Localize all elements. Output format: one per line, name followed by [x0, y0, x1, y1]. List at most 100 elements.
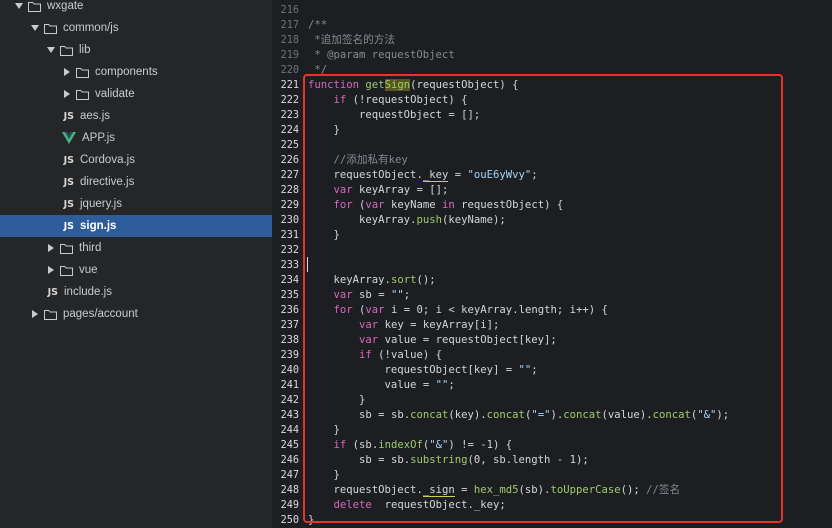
code-line[interactable]: var sb = ""; — [308, 288, 411, 303]
tree-file-row[interactable]: JS Cordova.js — [0, 149, 272, 171]
line-number: 222 — [280, 95, 299, 106]
chevron-down-icon[interactable] — [30, 25, 40, 31]
line-number: 226 — [280, 155, 299, 166]
folder-icon — [44, 23, 57, 34]
chevron-right-icon[interactable] — [62, 90, 72, 98]
line-number: 220 — [280, 65, 299, 76]
line-number: 242 — [280, 395, 299, 406]
tree-folder-row[interactable]: wxgate — [0, 0, 272, 17]
js-file-icon: JS — [63, 198, 74, 210]
code-line[interactable]: var value = requestObject[key]; — [308, 333, 557, 348]
tree-folder-row[interactable]: pages/account — [0, 303, 272, 325]
folder-icon — [60, 243, 73, 254]
js-file-icon: JS — [63, 154, 74, 166]
tree-folder-row[interactable]: lib — [0, 39, 272, 61]
code-line[interactable]: if (!requestObject) { — [308, 93, 468, 108]
code-line[interactable]: if (!value) { — [308, 348, 442, 363]
line-number: 240 — [280, 365, 299, 376]
code-line[interactable]: if (sb.indexOf("&") != -1) { — [308, 438, 513, 453]
code-line[interactable]: sb = sb.concat(key).concat("=").concat(v… — [308, 408, 729, 423]
tree-item-label: directive.js — [80, 176, 135, 188]
code-line[interactable]: } — [308, 123, 340, 138]
chevron-right-icon[interactable] — [62, 68, 72, 76]
line-number: 246 — [280, 455, 299, 466]
code-editor[interactable]: 216 217 218 219 220 221 222 223 224 225 226 227 228 2… — [272, 0, 832, 528]
js-file-icon: JS — [63, 176, 74, 188]
line-number: 227 — [280, 170, 299, 181]
code-line[interactable]: */ — [308, 63, 327, 78]
line-number: 232 — [280, 245, 299, 256]
code-line[interactable]: } — [308, 423, 340, 438]
tree-file-row[interactable]: JS include.js — [0, 281, 272, 303]
line-number: 241 — [280, 380, 299, 391]
line-number: 231 — [280, 230, 299, 241]
line-number: 230 — [280, 215, 299, 226]
code-line[interactable]: sb = sb.substring(0, sb.length - 1); — [308, 453, 589, 468]
code-line[interactable]: requestObject._sign = hex_md5(sb).toUppe… — [308, 483, 680, 498]
tree-file-row[interactable]: JS jquery.js — [0, 193, 272, 215]
code-line[interactable]: } — [308, 513, 314, 528]
chevron-down-icon[interactable] — [14, 3, 24, 9]
chevron-right-icon[interactable] — [46, 244, 56, 252]
code-line[interactable]: } — [308, 228, 340, 243]
code-line[interactable]: /** — [308, 18, 327, 33]
line-number: 217 — [280, 20, 299, 31]
tree-file-row[interactable]: JS aes.js — [0, 105, 272, 127]
code-line[interactable]: //添加私有key — [308, 153, 408, 168]
text-cursor — [307, 257, 308, 272]
tree-item-label: Cordova.js — [80, 154, 135, 166]
code-line[interactable]: *追加签名的方法 — [308, 33, 395, 48]
tree-folder-row[interactable]: vue — [0, 259, 272, 281]
code-line[interactable]: function getSign(requestObject) { — [308, 78, 519, 93]
code-line[interactable]: for (var i = 0; i < keyArray.length; i++… — [308, 303, 608, 318]
line-number: 223 — [280, 110, 299, 121]
code-line[interactable]: } — [308, 393, 365, 408]
tree-item-label: wxgate — [47, 0, 84, 12]
tree-item-label: common/js — [63, 22, 119, 34]
tree-item-label: lib — [79, 44, 91, 56]
line-number: 216 — [280, 5, 299, 16]
code-line[interactable]: keyArray.sort(); — [308, 273, 436, 288]
tree-folder-row[interactable]: validate — [0, 83, 272, 105]
tree-item-label: validate — [95, 88, 135, 100]
line-number: 228 — [280, 185, 299, 196]
tree-folder-row[interactable]: components — [0, 61, 272, 83]
chevron-right-icon[interactable] — [46, 266, 56, 274]
line-number: 247 — [280, 470, 299, 481]
code-line[interactable]: var key = keyArray[i]; — [308, 318, 499, 333]
line-number: 249 — [280, 500, 299, 511]
js-file-icon: JS — [47, 286, 58, 298]
tree-folder-row[interactable]: third — [0, 237, 272, 259]
line-number: 234 — [280, 275, 299, 286]
tree-file-row[interactable]: APP.js — [0, 127, 272, 149]
folder-icon — [60, 45, 73, 56]
folder-icon — [76, 67, 89, 78]
code-line[interactable]: value = ""; — [308, 378, 455, 393]
line-number: 221 — [280, 80, 299, 91]
tree-file-row[interactable]: JS sign.js — [0, 215, 272, 237]
code-line[interactable]: for (var keyName in requestObject) { — [308, 198, 564, 213]
line-number: 244 — [280, 425, 299, 436]
chevron-right-icon[interactable] — [30, 310, 40, 318]
tree-file-row[interactable]: JS directive.js — [0, 171, 272, 193]
tree-folder-row[interactable]: common/js — [0, 17, 272, 39]
line-number: 236 — [280, 305, 299, 316]
vue-logo-icon — [62, 132, 76, 144]
code-line[interactable]: * @param requestObject — [308, 48, 454, 63]
code-line[interactable]: requestObject[key] = ""; — [308, 363, 538, 378]
chevron-down-icon[interactable] — [46, 47, 56, 53]
code-line[interactable]: requestObject = []; — [308, 108, 480, 123]
line-number: 235 — [280, 290, 299, 301]
tree-item-label: aes.js — [80, 110, 111, 122]
tree-item-label: include.js — [64, 286, 112, 298]
code-line[interactable]: keyArray.push(keyName); — [308, 213, 506, 228]
code-line[interactable]: delete requestObject._key; — [308, 498, 506, 513]
js-file-icon: JS — [63, 220, 74, 232]
folder-icon — [76, 89, 89, 100]
code-line[interactable]: } — [308, 468, 340, 483]
code-line[interactable]: var keyArray = []; — [308, 183, 449, 198]
code-line[interactable]: requestObject._key = "ouE6yWvy"; — [308, 168, 538, 183]
line-number: 225 — [280, 140, 299, 151]
tree-item-label: vue — [79, 264, 98, 276]
line-number: 237 — [280, 320, 299, 331]
